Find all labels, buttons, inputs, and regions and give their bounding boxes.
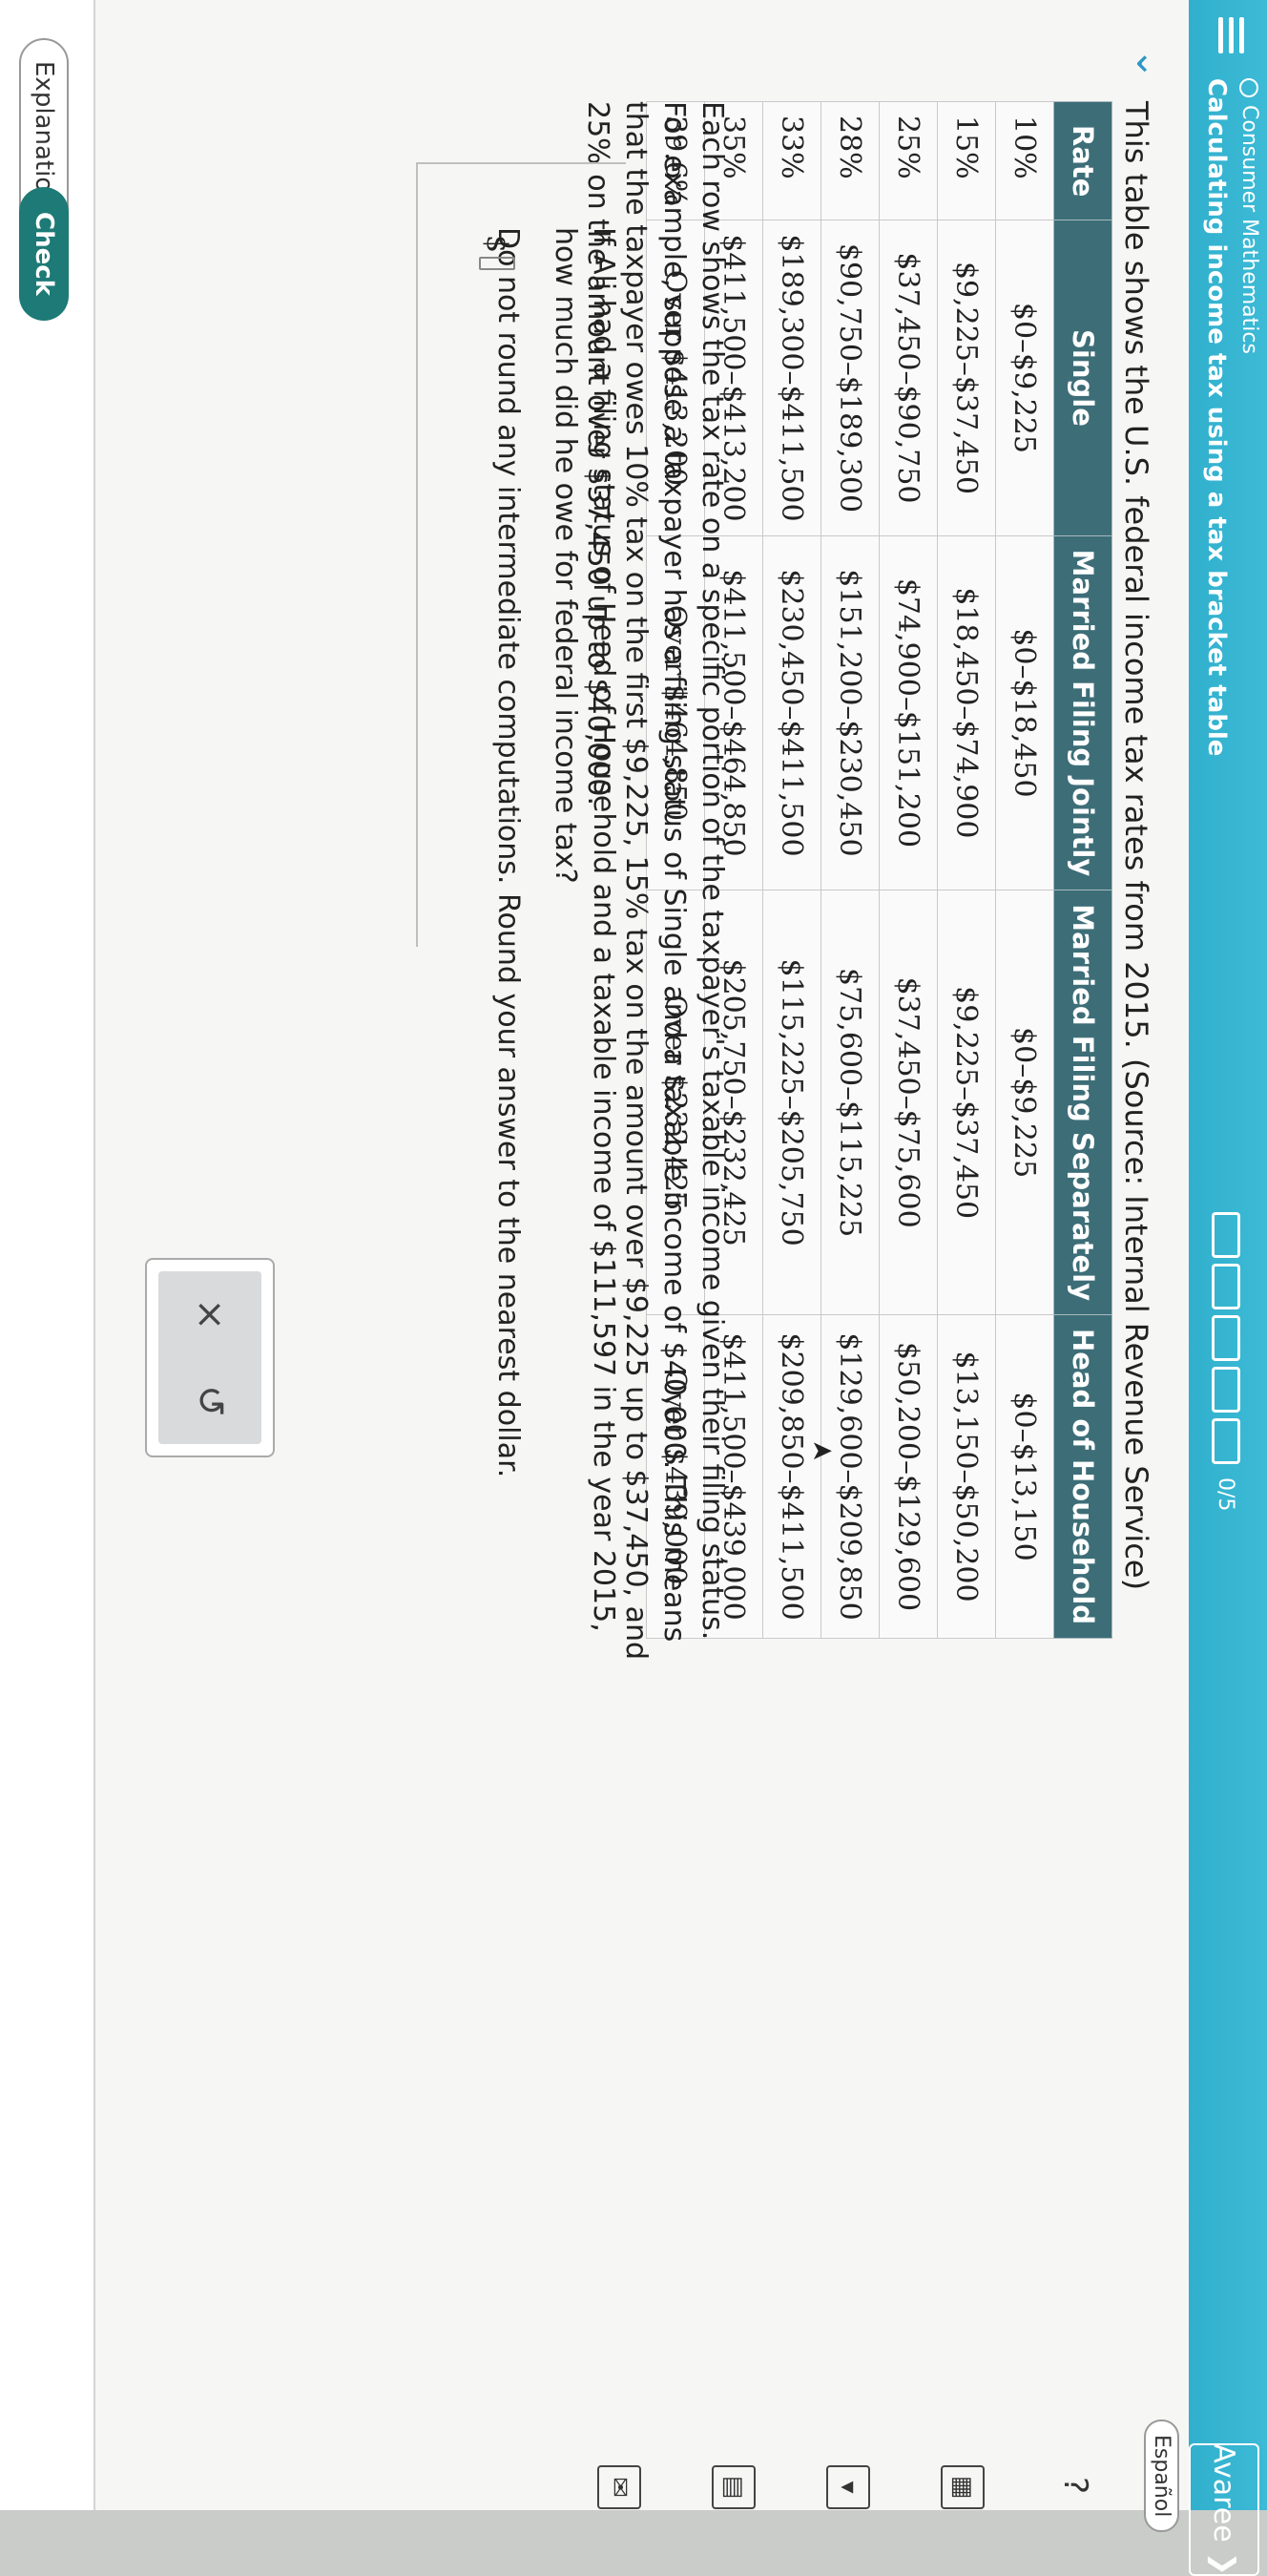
table-row: 25% $37,450–$90,750 $74,900–$151,200 $37… xyxy=(879,101,938,1639)
collapse-chevron-icon[interactable]: ⌄ xyxy=(1128,48,1172,80)
app-screen: Consumer Mathematics Calculating income … xyxy=(0,0,1267,2576)
progress-label: 0/5 xyxy=(1214,1477,1238,1512)
progress-segment xyxy=(1212,1315,1240,1361)
table-cell: $129,600–$209,850 xyxy=(820,1314,880,1639)
question-instruction: Do not round any intermediate computatio… xyxy=(491,227,525,1478)
mouse-pointer-icon: ➤ xyxy=(810,1435,834,1467)
progress-segment xyxy=(1212,1418,1240,1464)
answer-input[interactable] xyxy=(479,257,515,271)
top-bar: Consumer Mathematics Calculating income … xyxy=(1189,0,1267,2576)
answer-field[interactable]: $ xyxy=(475,235,519,271)
column-header-head-of-household: Head of Household xyxy=(1053,1314,1112,1639)
table-cell: $115,225–$205,750 xyxy=(762,890,821,1315)
table-header-row: Rate Single Married Filing Jointly Marri… xyxy=(1053,101,1112,1639)
question-area: If Ali had a filing status of Head of Ho… xyxy=(469,227,622,1659)
table-cell: $75,600–$115,225 xyxy=(820,890,880,1315)
chevron-down-icon: ❯ xyxy=(1207,2551,1241,2576)
answer-controls-inner: × ↺ xyxy=(158,1271,261,1444)
table-cell: $90,750–$189,300 xyxy=(820,220,880,536)
table-cell: $9,225–$37,450 xyxy=(937,220,996,536)
table-cell: $189,300–$411,500 xyxy=(762,220,821,536)
topic-breadcrumb: Consumer Mathematics xyxy=(1237,78,1261,354)
table-cell: $0–$9,225 xyxy=(995,890,1054,1315)
data-table-icon[interactable]: ▤ xyxy=(712,2465,756,2509)
table-row: 10% $0–$9,225 $0–$18,450 $0–$9,225 $0–$1… xyxy=(995,101,1054,1639)
column-header-married-separately: Married Filing Separately xyxy=(1053,890,1112,1315)
clear-icon[interactable]: × xyxy=(188,1298,232,1330)
table-cell: $0–$18,450 xyxy=(995,535,1054,890)
table-cell: $13,150–$50,200 xyxy=(937,1314,996,1639)
subject-label: Consumer Mathematics xyxy=(1237,105,1261,354)
rate-cell: 33% xyxy=(762,101,821,220)
column-header-married-jointly: Married Filing Jointly xyxy=(1053,535,1112,890)
rate-cell: 25% xyxy=(879,101,938,220)
check-button[interactable]: Check xyxy=(19,187,69,321)
page-title: Calculating income tax using a tax brack… xyxy=(1202,78,1231,757)
mail-icon[interactable]: ✉ xyxy=(597,2465,641,2509)
topic-circle-icon xyxy=(1239,78,1259,97)
table-cell: $209,850–$411,500 xyxy=(762,1314,821,1639)
rate-cell: 28% xyxy=(820,101,880,220)
menu-icon[interactable] xyxy=(1208,17,1250,53)
rate-cell: 15% xyxy=(937,101,996,220)
table-cell: $0–$13,150 xyxy=(995,1314,1054,1639)
table-row: 15% $9,225–$37,450 $18,450–$74,900 $9,22… xyxy=(937,101,996,1639)
table-cell: $0–$9,225 xyxy=(995,220,1054,536)
side-toolbar: ? ▦ ▾ ▤ ✉ xyxy=(527,2448,1095,2524)
column-header-single: Single xyxy=(1053,220,1112,536)
answer-controls: × ↺ xyxy=(145,1258,275,1457)
table-cell: $18,450–$74,900 xyxy=(937,535,996,890)
progress-indicator: 0/5 xyxy=(1212,1212,1240,1511)
bottom-bar: Explanation Check xyxy=(0,0,95,2510)
question-text: If Ali had a filing status of Head of Ho… xyxy=(549,227,620,1632)
help-icon[interactable]: ? xyxy=(1055,2465,1095,2505)
intro-text: This table shows the U.S. federal income… xyxy=(1118,101,1154,1591)
table-cell: $9,225–$37,450 xyxy=(937,890,996,1315)
dropdown-icon[interactable]: ▾ xyxy=(826,2465,870,2509)
undo-icon[interactable]: ↺ xyxy=(188,1385,232,1417)
table-cell: $74,900–$151,200 xyxy=(879,535,938,890)
table-row: 28% $90,750–$189,300 $151,200–$230,450 $… xyxy=(820,101,880,1639)
column-header-rate: Rate xyxy=(1053,101,1112,220)
table-cell: $151,200–$230,450 xyxy=(820,535,880,890)
calculator-icon[interactable]: ▦ xyxy=(941,2465,985,2509)
language-toggle[interactable]: Español xyxy=(1144,2419,1179,2533)
table-cell: $37,450–$90,750 xyxy=(879,220,938,536)
user-name: Avaree xyxy=(1207,2443,1241,2543)
table-cell: $37,450–$75,600 xyxy=(879,890,938,1315)
table-cell: $50,200–$129,600 xyxy=(879,1314,938,1639)
rate-cell: 10% xyxy=(995,101,1054,220)
progress-segment xyxy=(1212,1264,1240,1309)
currency-prefix: $ xyxy=(480,235,514,254)
table-cell: $230,450–$411,500 xyxy=(762,535,821,890)
progress-segment xyxy=(1212,1212,1240,1258)
table-row: 33% $189,300–$411,500 $230,450–$411,500 … xyxy=(762,101,821,1639)
progress-segment xyxy=(1212,1367,1240,1413)
